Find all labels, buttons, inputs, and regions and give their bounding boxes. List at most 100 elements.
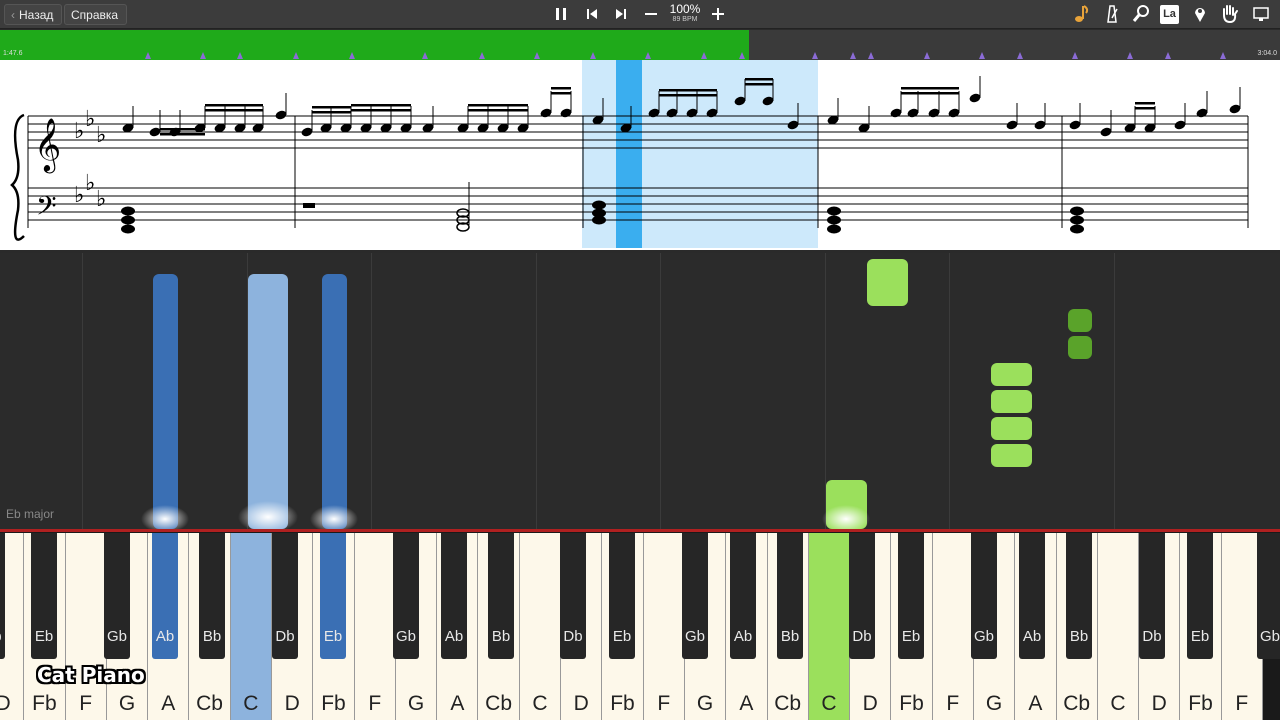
white-key-label: Cb [1063, 692, 1091, 715]
section-marker [701, 52, 707, 59]
black-key[interactable]: Eb [609, 533, 635, 659]
white-key-label: Fb [1188, 692, 1213, 715]
white-key-label: A [1028, 692, 1043, 715]
note-beam [901, 87, 959, 90]
note-beam [551, 87, 571, 90]
black-key[interactable]: Bb [777, 533, 803, 659]
black-key-label: Eb [901, 628, 921, 645]
black-key[interactable]: Gb [1257, 533, 1280, 659]
black-key[interactable]: Ab [441, 533, 467, 659]
tempo-minus-icon[interactable] [640, 3, 662, 25]
black-key[interactable]: Bb [1066, 533, 1092, 659]
black-key-label: Gb [684, 628, 705, 645]
total-time: 3:04.0 [1257, 50, 1277, 57]
white-key[interactable]: F [354, 533, 396, 720]
white-key-label: D [284, 692, 300, 715]
key-glow-effects [141, 501, 870, 529]
white-key-label: G [696, 692, 714, 715]
note-beam [205, 109, 263, 112]
black-key[interactable]: Db [849, 533, 875, 659]
white-key-label: A [161, 692, 176, 715]
white-key-label: Fb [899, 692, 924, 715]
section-marker [422, 52, 428, 59]
hand-icon[interactable] [1218, 3, 1240, 25]
section-marker [479, 52, 485, 59]
white-key[interactable]: C [1097, 533, 1140, 720]
black-key[interactable]: Eb [1187, 533, 1213, 659]
black-key[interactable]: Db [560, 533, 586, 659]
note-beam [745, 78, 773, 81]
tempo-percent: 100% [669, 2, 701, 16]
tempo-plus-icon[interactable] [707, 3, 729, 25]
section-marker [1072, 52, 1078, 59]
skip-forward-icon[interactable] [610, 3, 632, 25]
white-key[interactable]: F [65, 533, 107, 720]
note-beam [312, 111, 351, 114]
label-icon[interactable]: La [1160, 5, 1179, 24]
white-key-label: G [985, 692, 1003, 715]
black-key-label: Gb [106, 628, 127, 645]
white-key-label: F [1235, 692, 1249, 715]
note-beam [659, 89, 697, 92]
key-signature-label: Eb major [6, 507, 55, 521]
black-key-label: Eb [34, 628, 54, 645]
white-key-label: Cb [485, 692, 513, 715]
black-key-label: Bb [202, 628, 222, 645]
pause-icon[interactable] [550, 3, 572, 25]
white-key-label: Fb [610, 692, 635, 715]
black-key[interactable]: Bb [488, 533, 514, 659]
white-key-label: D [573, 692, 589, 715]
tempo-readout: 100% 89 BPM [664, 3, 706, 24]
black-key[interactable]: Eb [31, 533, 57, 659]
note-beam [312, 106, 351, 109]
help-button[interactable]: Справка [64, 4, 128, 25]
black-key[interactable]: Gb [104, 533, 130, 659]
black-key[interactable]: Bb [199, 533, 225, 659]
note-beam [901, 92, 959, 95]
skip-back-icon[interactable] [581, 3, 603, 25]
note-icon[interactable] [1071, 3, 1093, 25]
white-key-label: C [243, 692, 259, 715]
black-key[interactable]: Db [272, 533, 298, 659]
black-key[interactable]: Db [0, 533, 5, 659]
section-marker [237, 52, 243, 59]
black-key[interactable]: Gb [971, 533, 997, 659]
white-key-label: D [1151, 692, 1167, 715]
note-beam [205, 104, 263, 107]
black-key[interactable]: Gb [393, 533, 419, 659]
white-key[interactable]: C [230, 533, 273, 720]
back-button[interactable]: Назад [4, 4, 63, 25]
metronome-icon[interactable] [1101, 3, 1123, 25]
black-key[interactable]: Eb [898, 533, 924, 659]
black-key[interactable]: Ab [730, 533, 756, 659]
white-key-label: D [0, 692, 11, 715]
white-key-label: Cb [774, 692, 802, 715]
white-key[interactable]: C [519, 533, 562, 720]
white-key-label: G [118, 692, 136, 715]
watermark: Cat Piano [37, 663, 145, 687]
white-key-label: G [407, 692, 425, 715]
white-key[interactable]: F [643, 533, 685, 720]
white-key[interactable]: F [932, 533, 974, 720]
section-marker [924, 52, 930, 59]
pin-icon[interactable] [1189, 3, 1211, 25]
black-key[interactable]: Ab [1019, 533, 1045, 659]
note-beam [160, 133, 205, 136]
sheet-music: 𝄞 𝄢 ♭ ♭ ♭ ♭ ♭ ♭ [0, 60, 1280, 250]
black-key[interactable]: Gb [682, 533, 708, 659]
white-key[interactable]: C [808, 533, 851, 720]
magnifier-icon[interactable] [1130, 3, 1152, 25]
black-key-label: Db [0, 628, 11, 645]
black-key-label: Ab [155, 628, 175, 645]
progress-bar[interactable]: 1:47.6 3:04.0 [0, 30, 1280, 60]
black-key[interactable]: Db [1139, 533, 1165, 659]
black-key[interactable]: Eb [320, 533, 346, 659]
piano-keyboard[interactable]: D Fb F G A Cb C D Fb F G A Cb C D Fb F G A Cb C D Fb F G A Cb C D Fb F… [0, 529, 1280, 720]
black-key-label: Eb [323, 628, 343, 645]
screen-icon[interactable] [1250, 3, 1272, 25]
section-marker [145, 52, 151, 59]
black-key-label: Db [563, 628, 583, 645]
section-marker [1017, 52, 1023, 59]
section-marker [534, 52, 540, 59]
black-key[interactable]: Ab [152, 533, 178, 659]
